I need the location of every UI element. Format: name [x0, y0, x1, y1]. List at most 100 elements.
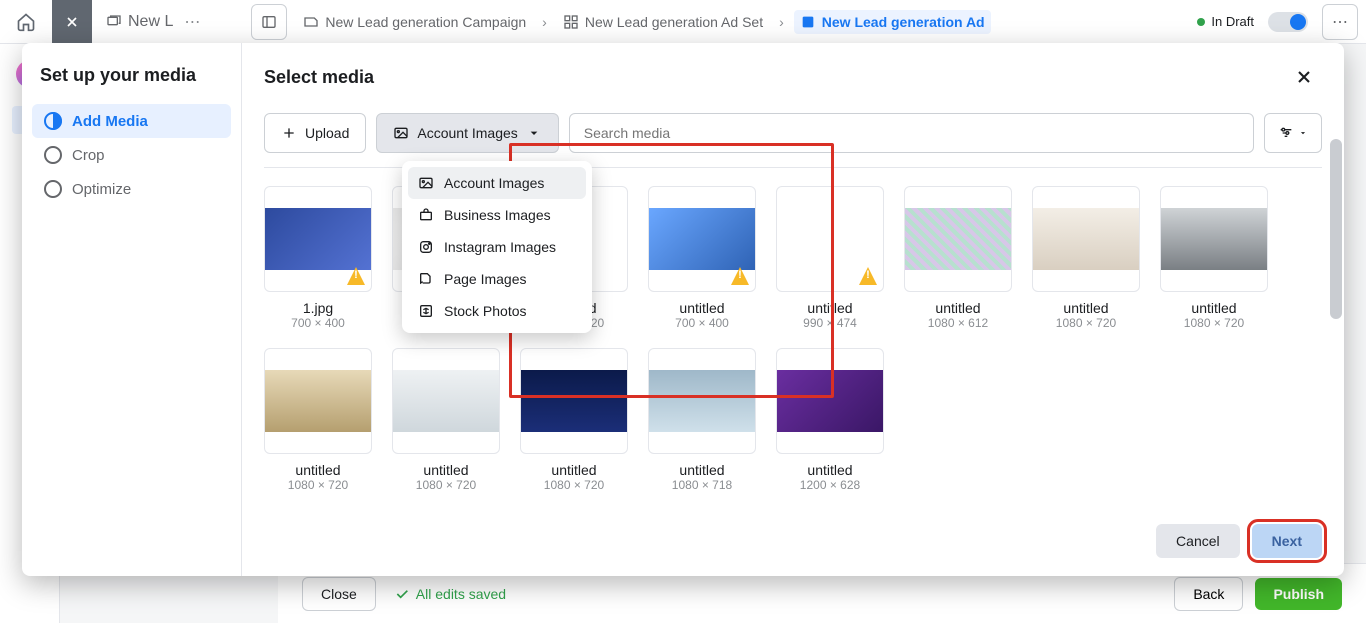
breadcrumb: New Lead generation Campaign › New Lead … — [297, 10, 990, 34]
step-crop[interactable]: Crop — [32, 138, 231, 172]
thumbnail-image — [265, 208, 371, 270]
media-toolbar: Upload Account Images Account Images — [242, 107, 1344, 167]
media-tile[interactable]: untitled1080 × 720 — [520, 348, 628, 492]
media-dimensions: 1080 × 718 — [672, 478, 732, 492]
media-dimensions: 1080 × 720 — [1184, 316, 1244, 330]
status-toggle[interactable] — [1268, 12, 1308, 32]
media-thumbnail[interactable] — [776, 186, 884, 292]
step-optimize[interactable]: Optimize — [32, 172, 231, 206]
saved-indicator: All edits saved — [394, 586, 506, 602]
chevron-right-icon: › — [542, 14, 547, 30]
thumbnail-image — [777, 208, 883, 270]
media-name: untitled — [679, 300, 724, 316]
menu-business-images[interactable]: Business Images — [408, 199, 586, 231]
media-tile[interactable]: untitled1080 × 612 — [904, 186, 1012, 330]
publish-button[interactable]: Publish — [1255, 578, 1342, 610]
media-name: untitled — [295, 462, 340, 478]
half-circle-icon — [44, 112, 62, 130]
media-thumbnail[interactable] — [648, 186, 756, 292]
menu-account-images[interactable]: Account Images — [408, 167, 586, 199]
draft-status: In Draft — [1197, 14, 1254, 29]
panel-toggle-icon[interactable] — [251, 4, 287, 40]
media-dimensions: 1080 × 720 — [1056, 316, 1116, 330]
caret-down-icon — [1298, 128, 1308, 138]
breadcrumb-adset[interactable]: New Lead generation Ad Set — [557, 10, 769, 34]
close-modal-button[interactable] — [1286, 59, 1322, 95]
media-thumbnail[interactable] — [264, 348, 372, 454]
steps-panel: Set up your media Add Media Crop Optimiz… — [22, 43, 242, 576]
media-name: untitled — [807, 300, 852, 316]
media-name: untitled — [679, 462, 724, 478]
thumbnail-image — [1161, 208, 1267, 270]
media-dimensions: 990 × 474 — [803, 316, 857, 330]
chevron-right-icon: › — [779, 14, 784, 30]
media-tile[interactable]: untitled990 × 474 — [776, 186, 884, 330]
empty-circle-icon — [44, 180, 62, 198]
thumbnail-image — [905, 208, 1011, 270]
thumbnail-image — [649, 208, 755, 270]
caret-down-icon — [526, 125, 542, 141]
new-tab[interactable]: New L — [96, 4, 183, 40]
filter-button[interactable] — [1264, 113, 1322, 153]
media-name: untitled — [935, 300, 980, 316]
image-source-menu: Account Images Business Images Instagram… — [402, 161, 592, 333]
media-thumbnail[interactable] — [904, 186, 1012, 292]
thumbnail-image — [1033, 208, 1139, 270]
media-thumbnail[interactable] — [264, 186, 372, 292]
new-tab-label: New L — [128, 13, 173, 31]
media-thumbnail[interactable] — [392, 348, 500, 454]
media-dimensions: 700 × 400 — [675, 316, 729, 330]
upload-button[interactable]: Upload — [264, 113, 366, 153]
media-thumbnail[interactable] — [520, 348, 628, 454]
close-button[interactable]: Close — [302, 577, 376, 611]
media-tile[interactable]: untitled1080 × 720 — [1032, 186, 1140, 330]
more-menu-button[interactable]: ⋯ — [1322, 4, 1358, 40]
step-add-media[interactable]: Add Media — [32, 104, 231, 138]
menu-page-images[interactable]: Page Images — [408, 263, 586, 295]
media-name: untitled — [1191, 300, 1236, 316]
media-thumbnail[interactable] — [1032, 186, 1140, 292]
media-tile[interactable]: untitled1080 × 720 — [1160, 186, 1268, 330]
close-tab-button[interactable] — [52, 0, 92, 44]
media-tile[interactable]: untitled1080 × 718 — [648, 348, 756, 492]
media-tile[interactable]: untitled700 × 400 — [648, 186, 756, 330]
cancel-button[interactable]: Cancel — [1156, 524, 1240, 558]
media-thumbnail[interactable] — [1160, 186, 1268, 292]
top-breadcrumb-bar: New L ⋯ New Lead generation Campaign › N… — [0, 0, 1366, 44]
menu-instagram-images[interactable]: Instagram Images — [408, 231, 586, 263]
media-dimensions: 700 × 400 — [291, 316, 345, 330]
breadcrumb-ad[interactable]: New Lead generation Ad — [794, 10, 991, 34]
steps-title: Set up your media — [40, 65, 223, 86]
media-dimensions: 1080 × 720 — [416, 478, 476, 492]
back-button[interactable]: Back — [1174, 577, 1243, 611]
media-dimensions: 1080 × 612 — [928, 316, 988, 330]
search-input[interactable] — [569, 113, 1254, 153]
media-dimensions: 1080 × 720 — [288, 478, 348, 492]
thumbnail-image — [393, 370, 499, 432]
media-dimensions: 1080 × 720 — [544, 478, 604, 492]
content-title: Select media — [264, 67, 374, 88]
breadcrumb-campaign[interactable]: New Lead generation Campaign — [297, 10, 532, 34]
thumbnail-image — [265, 370, 371, 432]
media-tile[interactable]: untitled1080 × 720 — [392, 348, 500, 492]
media-thumbnail[interactable] — [648, 348, 756, 454]
media-tile[interactable]: 1.jpg700 × 400 — [264, 186, 372, 330]
media-modal: Set up your media Add Media Crop Optimiz… — [22, 43, 1344, 576]
thumbnail-image — [649, 370, 755, 432]
content-panel: Select media Upload Account Images — [242, 43, 1344, 576]
media-name: untitled — [1063, 300, 1108, 316]
media-name: untitled — [423, 462, 468, 478]
media-name: 1.jpg — [303, 300, 333, 316]
empty-circle-icon — [44, 146, 62, 164]
home-icon[interactable] — [8, 4, 44, 40]
media-tile[interactable]: untitled1080 × 720 — [264, 348, 372, 492]
thumbnail-image — [777, 370, 883, 432]
media-tile[interactable]: untitled1200 × 628 — [776, 348, 884, 492]
media-dimensions: 1200 × 628 — [800, 478, 860, 492]
status-dot-icon — [1197, 18, 1205, 26]
modal-footer: Cancel Next — [242, 512, 1344, 576]
next-button[interactable]: Next — [1252, 524, 1322, 558]
menu-stock-photos[interactable]: Stock Photos — [408, 295, 586, 327]
media-thumbnail[interactable] — [776, 348, 884, 454]
image-source-dropdown[interactable]: Account Images — [376, 113, 558, 153]
